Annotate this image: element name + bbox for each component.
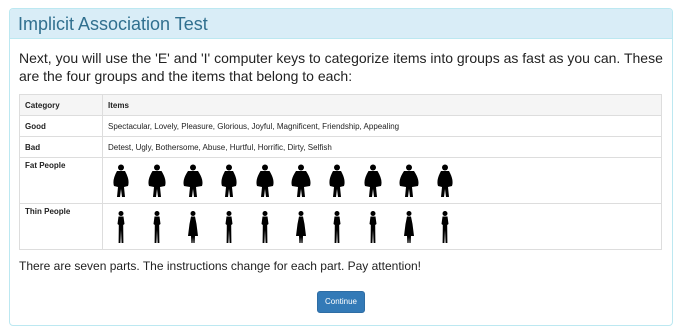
table-header-row: Category Items (19, 94, 662, 116)
categories-table: Category Items Good Spectacular, Lovely,… (19, 94, 662, 250)
fat-person-silhouette-10 (437, 164, 453, 197)
thin-person-silhouette-6 (296, 210, 306, 243)
instructions-text: Next, you will use the 'E' and 'I' compu… (19, 50, 663, 84)
fat-person-silhouette-9 (399, 164, 419, 197)
panel-heading: Implicit Association Test (10, 9, 672, 39)
thin-person-silhouette-4 (225, 210, 233, 243)
items-bad: Detest, Ugly, Bothersome, Abuse, Hurtful… (102, 136, 662, 158)
thin-person-silhouette-1 (117, 210, 125, 243)
page-title: Implicit Association Test (18, 14, 208, 34)
fat-person-silhouette-6 (291, 164, 311, 197)
fat-person-silhouette-8 (364, 164, 382, 197)
fat-person-silhouette-5 (256, 164, 274, 197)
category-thin-people: Thin People (19, 203, 103, 250)
items-good: Spectacular, Lovely, Pleasure, Glorious,… (102, 115, 662, 137)
thin-person-silhouette-10 (441, 210, 449, 243)
fat-people-images (108, 164, 656, 198)
category-fat-people: Fat People (19, 157, 103, 204)
category-good: Good (19, 115, 103, 137)
thin-person-silhouette-3 (188, 210, 198, 243)
continue-button[interactable]: Continue (317, 291, 365, 313)
iat-panel: Implicit Association Test Next, you will… (9, 8, 673, 326)
fat-person-silhouette-2 (148, 164, 166, 197)
category-bad: Bad (19, 136, 103, 158)
table-row-good: Good Spectacular, Lovely, Pleasure, Glor… (19, 115, 662, 137)
thin-person-silhouette-7 (333, 210, 341, 243)
table-row-fat-people: Fat People (19, 157, 662, 204)
fat-person-silhouette-7 (329, 164, 345, 197)
fat-person-silhouette-1 (113, 164, 129, 197)
thin-person-silhouette-2 (153, 210, 161, 243)
column-header-category: Category (19, 94, 103, 116)
thin-people-images (108, 210, 656, 244)
parts-notice: There are seven parts. The instructions … (19, 259, 422, 273)
fat-person-silhouette-4 (221, 164, 237, 197)
column-header-items: Items (102, 94, 662, 116)
thin-person-silhouette-5 (261, 210, 269, 243)
fat-person-silhouette-3 (183, 164, 203, 197)
thin-person-silhouette-8 (369, 210, 377, 243)
table-row-thin-people: Thin People (19, 203, 662, 250)
thin-person-silhouette-9 (404, 210, 414, 243)
table-row-bad: Bad Detest, Ugly, Bothersome, Abuse, Hur… (19, 136, 662, 158)
